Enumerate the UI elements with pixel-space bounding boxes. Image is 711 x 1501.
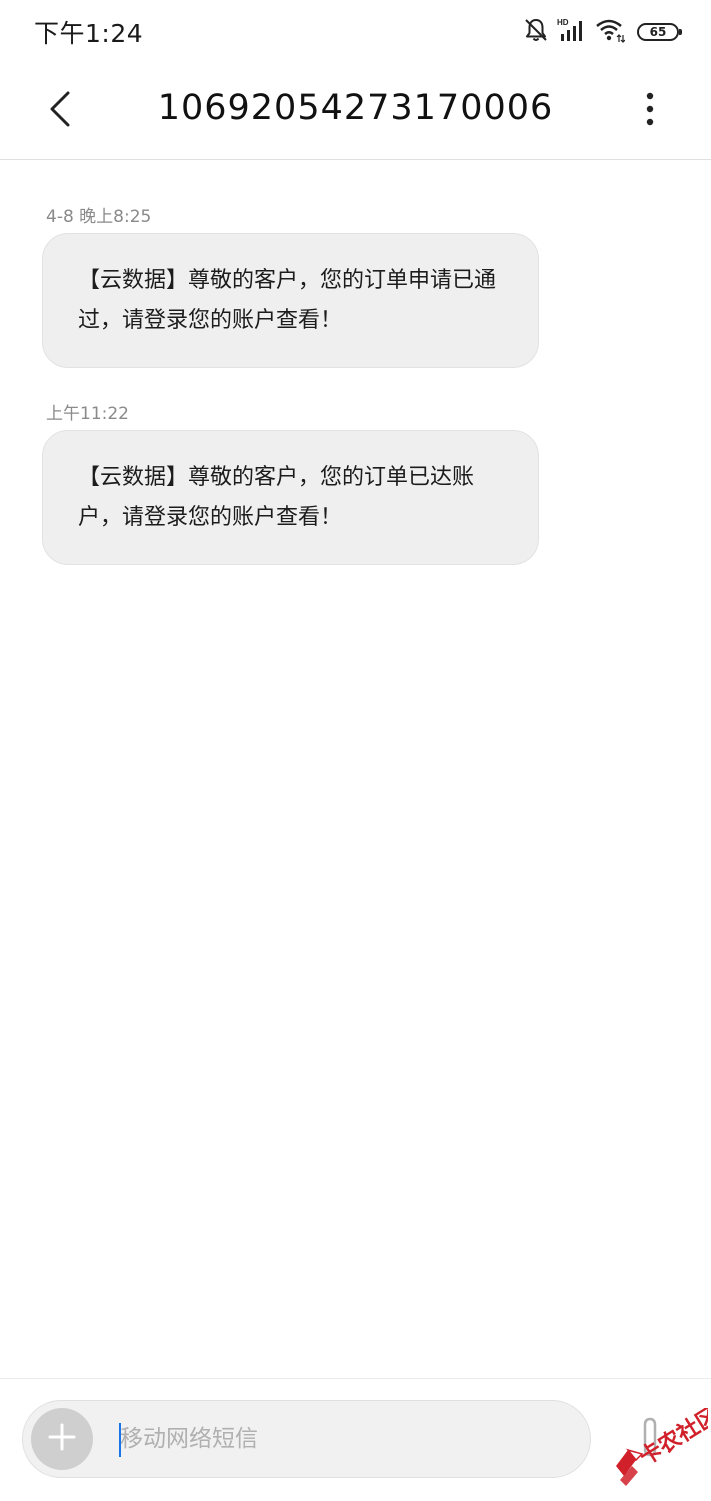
hd-signal-icon: HD (557, 17, 587, 47)
status-icons: HD 65 (523, 17, 682, 47)
status-time: 下午1:24 (34, 19, 144, 48)
message-bubble[interactable]: 【云数据】尊敬的客户，您的订单已达账户，请登录您的账户查看！ (42, 430, 539, 565)
composer-input-container (22, 1400, 591, 1478)
message-item: 上午11:22 【云数据】尊敬的客户，您的订单已达账户，请登录您的账户查看！ (42, 399, 539, 565)
message-timestamp: 上午11:22 (46, 404, 129, 424)
conversation-header: 10692054273170006 (0, 64, 711, 160)
battery-level: 65 (649, 25, 667, 39)
status-bar: 下午1:24 HD 65 (0, 0, 711, 64)
paperclip-icon (639, 1417, 661, 1461)
more-options-button[interactable] (625, 86, 675, 136)
contact-number-title: 10692054273170006 (157, 88, 554, 128)
message-timestamp: 4-8 晚上8:25 (46, 207, 152, 227)
wifi-icon (595, 17, 626, 47)
more-vertical-icon (645, 92, 655, 130)
message-input[interactable] (118, 1417, 560, 1461)
svg-text:HD: HD (557, 18, 569, 27)
bell-muted-icon (523, 17, 549, 47)
message-bubble[interactable]: 【云数据】尊敬的客户，您的订单申请已通过，请登录您的账户查看！ (42, 233, 539, 368)
add-attachment-button[interactable] (31, 1408, 93, 1470)
attach-button[interactable] (630, 1414, 670, 1464)
plus-icon (48, 1423, 76, 1455)
text-cursor (119, 1423, 121, 1457)
message-item: 4-8 晚上8:25 【云数据】尊敬的客户，您的订单申请已通过，请登录您的账户查… (42, 202, 539, 368)
battery-icon: 65 (637, 23, 682, 41)
message-composer (0, 1378, 711, 1501)
